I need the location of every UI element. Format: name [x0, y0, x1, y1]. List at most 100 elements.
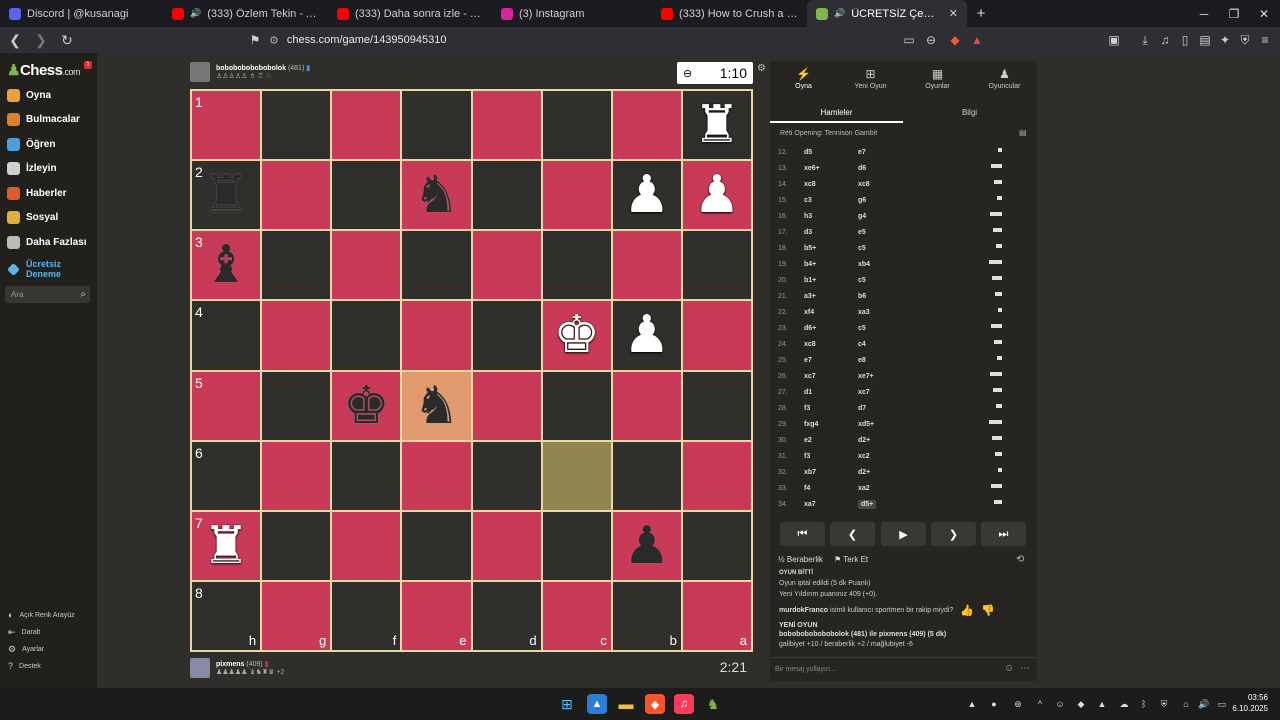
- white-move[interactable]: f4: [804, 485, 810, 492]
- square-e8[interactable]: e: [401, 580, 472, 651]
- square-b4[interactable]: ♟: [611, 300, 682, 371]
- white-king[interactable]: ♚: [553, 309, 600, 361]
- black-king[interactable]: ♚: [343, 380, 390, 432]
- square-b2[interactable]: ♟: [611, 160, 682, 231]
- browser-tab[interactable]: (3) Instagram: [492, 0, 652, 27]
- top-player-avatar[interactable]: [190, 62, 210, 82]
- brave-shield-icon[interactable]: ◆: [946, 31, 964, 49]
- square-h5[interactable]: 5: [191, 370, 262, 441]
- white-move[interactable]: a3+: [804, 293, 816, 300]
- vpn-icon[interactable]: ⛨: [1236, 31, 1254, 49]
- opponent-name[interactable]: murdokFranco: [779, 607, 828, 614]
- brave-rewards-icon[interactable]: ▲: [968, 31, 986, 49]
- black-move[interactable]: g6: [858, 197, 866, 204]
- black-move[interactable]: xb4: [858, 261, 870, 268]
- square-g2[interactable]: [261, 160, 332, 231]
- windows-start-icon[interactable]: ⊞: [557, 694, 577, 714]
- site-info-icon[interactable]: ⚙: [269, 34, 279, 47]
- network-icon[interactable]: ⌂: [1180, 698, 1192, 710]
- black-move[interactable]: c5: [858, 277, 866, 284]
- sidebar-item-bulmacalar[interactable]: Bulmacalar: [7, 110, 80, 130]
- volume-icon[interactable]: 🔊: [1198, 698, 1210, 710]
- square-d8[interactable]: d: [471, 580, 542, 651]
- steam-icon[interactable]: ⊛: [1012, 698, 1024, 710]
- sidebar-item-öğren[interactable]: Öğren: [7, 134, 55, 154]
- white-pawn[interactable]: ♟: [624, 169, 671, 221]
- black-move[interactable]: xc8: [858, 181, 870, 188]
- square-h1[interactable]: 1: [191, 90, 262, 161]
- black-move[interactable]: xd5+: [858, 421, 874, 428]
- more-options-icon[interactable]: ⋯: [1020, 663, 1030, 674]
- apple-music-icon[interactable]: ♫: [674, 694, 694, 714]
- music-icon[interactable]: ♫: [1156, 31, 1174, 49]
- square-h4[interactable]: 4: [191, 300, 262, 371]
- top-player-name[interactable]: bobobobobobobolok: [216, 65, 286, 72]
- white-pawn[interactable]: ♟: [624, 309, 671, 361]
- square-e6[interactable]: [401, 440, 472, 511]
- square-g7[interactable]: [261, 510, 332, 581]
- tab-moves[interactable]: Hamleler: [770, 103, 903, 123]
- sidebar-bottom-item[interactable]: ? Destek: [8, 661, 41, 671]
- prev-move-button[interactable]: ❮: [830, 522, 875, 546]
- square-a7[interactable]: [681, 510, 752, 581]
- battery-icon[interactable]: ▭: [1216, 698, 1228, 710]
- sidebar-bottom-item[interactable]: ◐ Açık Renk Arayüz: [8, 610, 75, 620]
- photos-icon[interactable]: ▲: [587, 694, 607, 714]
- black-knight[interactable]: ♞: [413, 380, 460, 432]
- white-rook[interactable]: ♜: [694, 99, 741, 151]
- white-move[interactable]: xa7: [804, 501, 816, 508]
- emoji-icon[interactable]: ☺: [1004, 663, 1014, 674]
- white-move[interactable]: f3: [804, 453, 810, 460]
- square-f3[interactable]: [331, 230, 402, 301]
- notification-badge[interactable]: 1: [84, 61, 92, 69]
- panel-tab-oyna[interactable]: ⚡ Oyna: [770, 67, 837, 90]
- back-icon[interactable]: ❮: [4, 29, 26, 51]
- address-bar[interactable]: ⚙ chess.com/game/143950945310: [245, 30, 990, 50]
- shield-tray-icon[interactable]: ⛨: [1158, 698, 1170, 710]
- black-move[interactable]: d7: [858, 405, 866, 412]
- black-move[interactable]: c4: [858, 341, 866, 348]
- black-move[interactable]: xa3: [858, 309, 870, 316]
- draw-button[interactable]: ½ Beraberlik: [778, 555, 823, 564]
- black-move[interactable]: d2+: [858, 469, 870, 476]
- square-g6[interactable]: [261, 440, 332, 511]
- square-a6[interactable]: [681, 440, 752, 511]
- black-move[interactable]: e7: [858, 149, 866, 156]
- discord-tray-icon[interactable]: ☺: [1054, 698, 1066, 710]
- square-d6[interactable]: [471, 440, 542, 511]
- square-g4[interactable]: [261, 300, 332, 371]
- white-move[interactable]: b5+: [804, 245, 816, 252]
- sidebar-item-oyna[interactable]: Oyna: [7, 85, 51, 105]
- next-move-button[interactable]: ❯: [931, 522, 976, 546]
- panel-tab-oyuncular[interactable]: ♟ Oyuncular: [971, 67, 1038, 90]
- download-icon[interactable]: ⤓: [1136, 31, 1154, 49]
- resign-button[interactable]: ⚑ Terk Et: [834, 555, 868, 564]
- square-g1[interactable]: [261, 90, 332, 161]
- square-e7[interactable]: [401, 510, 472, 581]
- square-e2[interactable]: ♞: [401, 160, 472, 231]
- white-move[interactable]: d3: [804, 229, 812, 236]
- square-d5[interactable]: [471, 370, 542, 441]
- square-f1[interactable]: [331, 90, 402, 161]
- book-icon[interactable]: ▤: [1019, 128, 1027, 137]
- leo-ai-icon[interactable]: ✦: [1216, 31, 1234, 49]
- wallet-icon[interactable]: ▤: [1196, 31, 1214, 49]
- window-close-icon[interactable]: ✕: [1248, 0, 1280, 27]
- square-d3[interactable]: [471, 230, 542, 301]
- cloud-icon[interactable]: ☁: [1118, 698, 1130, 710]
- square-c3[interactable]: [541, 230, 612, 301]
- black-move[interactable]: b6: [858, 293, 866, 300]
- sidebar-item-sosyal[interactable]: Sosyal: [7, 208, 58, 228]
- black-move[interactable]: xa2: [858, 485, 870, 492]
- black-move[interactable]: c5: [858, 245, 866, 252]
- black-move[interactable]: c5: [858, 325, 866, 332]
- square-b1[interactable]: [611, 90, 682, 161]
- black-move[interactable]: e5: [858, 229, 866, 236]
- record-icon[interactable]: ●: [988, 698, 1000, 710]
- last-move-button[interactable]: ⏭: [981, 522, 1026, 546]
- free-trial-link[interactable]: Ücretsiz Deneme: [7, 259, 66, 279]
- white-move[interactable]: e7: [804, 357, 812, 364]
- square-d1[interactable]: [471, 90, 542, 161]
- white-move[interactable]: xc8: [804, 181, 816, 188]
- square-h7[interactable]: 7 ♜: [191, 510, 262, 581]
